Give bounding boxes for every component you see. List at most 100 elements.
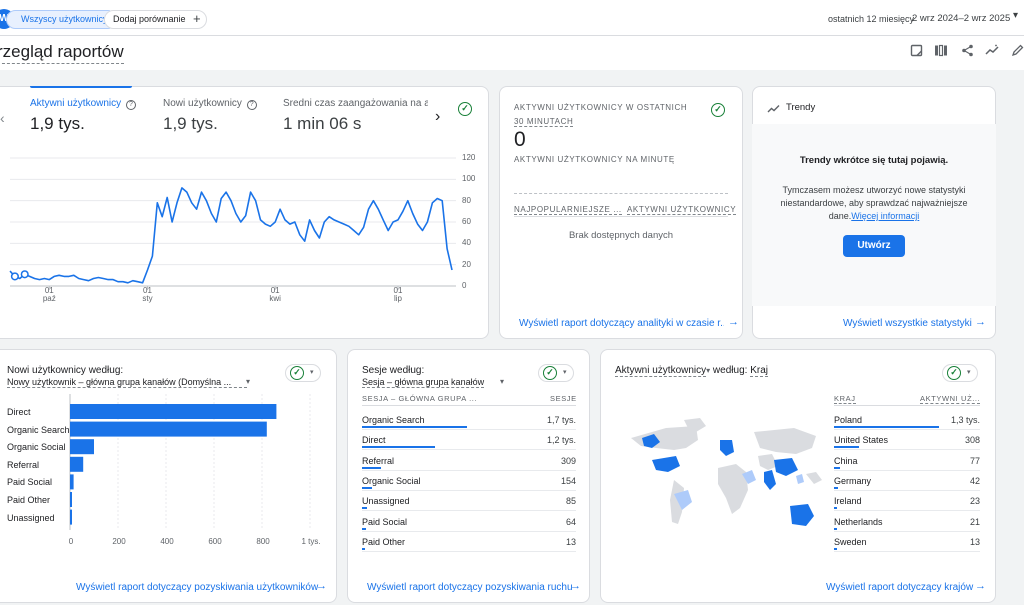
acquisition-report-link[interactable]: Wyświetl raport dotyczący pozyskiwania u… bbox=[76, 582, 318, 593]
bar[interactable] bbox=[70, 421, 267, 437]
date-range[interactable]: 2 wrz 2024–2 wrz 2025 bbox=[912, 13, 1010, 24]
row-share-bar bbox=[834, 527, 837, 530]
table-row[interactable]: Organic Social 154 bbox=[362, 471, 576, 491]
row-value: 309 bbox=[560, 455, 576, 466]
countries-title: Aktywni użytkownicy▾ według: Kraj bbox=[615, 365, 768, 377]
bar[interactable] bbox=[70, 404, 277, 419]
chevron-right-icon[interactable]: › bbox=[435, 108, 440, 126]
row-share-bar bbox=[362, 547, 365, 550]
y-tick-label: 100 bbox=[462, 174, 476, 184]
table-row[interactable]: Paid Social 64 bbox=[362, 512, 576, 532]
arrow-right-icon[interactable]: → bbox=[728, 316, 739, 328]
table-row[interactable]: Poland 1,3 tys. bbox=[834, 410, 980, 430]
table-row[interactable]: Germany 42 bbox=[834, 471, 980, 491]
kpi-label-engagement-time[interactable]: Średni czas zaangażowania na akty bbox=[283, 98, 428, 109]
row-share-bar bbox=[834, 426, 940, 428]
table-row[interactable]: Sweden 13 bbox=[834, 532, 980, 552]
check-icon[interactable]: ✓ bbox=[711, 103, 725, 117]
divider bbox=[834, 405, 980, 406]
realtime-title-line1: AKTYWNI UŻYTKOWNICY W OSTATNICH bbox=[514, 103, 688, 112]
series-marker bbox=[10, 272, 19, 281]
all-insights-link[interactable]: Wyświetl wszystkie statystyki bbox=[843, 318, 972, 329]
date-dropdown-icon[interactable]: ▾ bbox=[1013, 10, 1018, 21]
realtime-value: 0 bbox=[514, 128, 526, 151]
bar-category-label: Paid Other bbox=[7, 495, 51, 505]
map-oceania-islands bbox=[806, 472, 822, 484]
share-icon[interactable] bbox=[960, 44, 974, 58]
sessions-status-pill[interactable]: ✓ ▾ bbox=[538, 364, 574, 382]
table-row[interactable]: Paid Other 13 bbox=[362, 532, 576, 552]
table-row[interactable]: Organic Search 1,7 tys. bbox=[362, 410, 576, 430]
table-row[interactable]: China 77 bbox=[834, 451, 980, 471]
row-share-bar bbox=[362, 527, 367, 530]
row-value: 154 bbox=[560, 475, 576, 486]
arrow-right-icon[interactable]: → bbox=[975, 316, 986, 328]
table-row[interactable]: Ireland 23 bbox=[834, 491, 980, 512]
table-row[interactable]: Direct 1,2 tys. bbox=[362, 430, 576, 451]
countries-col-dimension[interactable]: KRAJ bbox=[834, 394, 856, 404]
dropdown-icon: ▾ bbox=[967, 369, 971, 376]
insights-icon[interactable] bbox=[985, 44, 999, 58]
sessions-col-dimension[interactable]: SESJA – GŁÓWNA GRUPA ... bbox=[362, 394, 477, 403]
check-icon[interactable]: ✓ bbox=[458, 102, 472, 116]
trends-body-text-end: dane. bbox=[828, 211, 852, 221]
x-tick-month: lip bbox=[393, 294, 402, 303]
row-share-bar bbox=[362, 486, 372, 489]
kpi-label-new-users[interactable]: Nowi użytkownicy ? bbox=[163, 98, 257, 110]
trends-title: Trendy bbox=[786, 102, 816, 113]
countries-col-value[interactable]: AKTYWNI UŻ... bbox=[920, 394, 981, 404]
map-china bbox=[774, 458, 798, 476]
bar[interactable] bbox=[70, 509, 72, 525]
kpi-label-active-users[interactable]: Aktywni użytkownicy ? bbox=[30, 98, 136, 110]
bar[interactable] bbox=[70, 456, 84, 472]
x-tick-label: 0 bbox=[68, 537, 74, 546]
dimension-selector[interactable]: Kraj bbox=[750, 365, 768, 377]
table-row[interactable]: Referral 309 bbox=[362, 451, 576, 471]
arrow-right-icon[interactable]: → bbox=[975, 580, 986, 592]
metric-selector[interactable]: Aktywni użytkownicy bbox=[615, 365, 707, 377]
realtime-col-users[interactable]: AKTYWNI UŻYTKOWNICY bbox=[627, 205, 737, 215]
divider bbox=[362, 405, 576, 406]
help-icon[interactable]: ? bbox=[125, 100, 136, 110]
traffic-report-link[interactable]: Wyświetl raport dotyczący pozyskiwania r… bbox=[367, 582, 573, 593]
add-comparison-chip[interactable]: Dodaj porównanie + bbox=[104, 10, 207, 29]
page-header: rzegląd raportów bbox=[0, 36, 1024, 70]
table-row[interactable]: Netherlands 21 bbox=[834, 512, 980, 532]
bar[interactable] bbox=[70, 474, 74, 490]
trends-body-line: Tymczasem możesz utworzyć nowe statystyk… bbox=[782, 185, 966, 195]
new-users-dimension[interactable]: Nowy użytkownik – główna grupa kanałów (… bbox=[7, 377, 247, 388]
customize-report-icon[interactable] bbox=[909, 44, 923, 58]
trends-body-text: Tymczasem możesz utworzyć nowe statystyk… bbox=[752, 184, 996, 223]
table-row[interactable]: United States 308 bbox=[834, 430, 980, 451]
more-info-link[interactable]: Więcej informacji bbox=[851, 211, 919, 221]
countries-report-link[interactable]: Wyświetl raport dotyczący krajów bbox=[826, 582, 973, 593]
countries-status-pill[interactable]: ✓ ▾ bbox=[942, 364, 978, 382]
new-users-bar-chart bbox=[69, 394, 311, 530]
edit-icon[interactable] bbox=[1010, 44, 1024, 58]
row-value: 1,2 tys. bbox=[546, 435, 576, 446]
y-tick-label: 40 bbox=[462, 238, 471, 248]
bar[interactable] bbox=[70, 492, 72, 507]
kpi-value-new-users: 1,9 tys. bbox=[163, 114, 218, 133]
segment-chip[interactable]: Wszyscy użytkownicy bbox=[6, 10, 117, 29]
dropdown-icon[interactable]: ▾ bbox=[500, 377, 504, 386]
arrow-right-icon[interactable]: → bbox=[316, 580, 327, 592]
sessions-dimension[interactable]: Sesja – główna grupa kanałów bbox=[362, 377, 485, 388]
new-users-status-pill[interactable]: ✓ ▾ bbox=[285, 364, 321, 382]
row-name: Direct bbox=[362, 435, 386, 446]
create-insight-button[interactable]: Utwórz bbox=[843, 235, 905, 257]
trends-body-line3: dane.Więcej informacji bbox=[752, 210, 996, 223]
realtime-report-link[interactable]: Wyświetl raport dotyczący analityki w cz… bbox=[519, 318, 724, 329]
bar[interactable] bbox=[70, 439, 94, 455]
sessions-col-value[interactable]: SESJE bbox=[550, 394, 577, 403]
realtime-col-page[interactable]: NAJPOPULARNIEJSZE ... bbox=[514, 205, 622, 215]
compare-icon[interactable] bbox=[934, 44, 948, 58]
chevron-left-icon[interactable]: ‹ bbox=[0, 110, 5, 126]
arrow-right-icon[interactable]: → bbox=[570, 580, 581, 592]
dropdown-icon[interactable]: ▾ bbox=[246, 377, 250, 386]
table-row[interactable]: Unassigned 85 bbox=[362, 491, 576, 512]
help-icon[interactable]: ? bbox=[246, 100, 257, 110]
page-title: rzegląd raportów bbox=[0, 42, 124, 64]
x-tick-label: 800 bbox=[256, 537, 270, 546]
realtime-title-line2: 30 MINUTACH bbox=[514, 117, 574, 127]
